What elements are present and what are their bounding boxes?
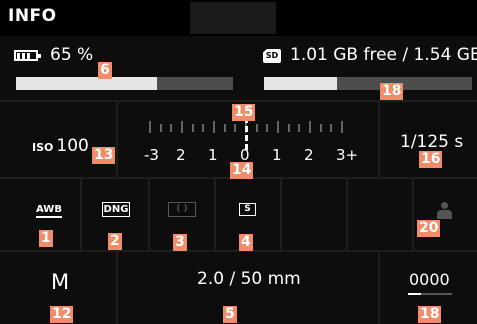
exposure-scale-tick <box>149 121 151 133</box>
callout-15: 15 <box>232 104 256 121</box>
exposure-scale-tick <box>170 124 173 132</box>
exposure-scale-tick <box>298 124 301 132</box>
callout-6: 6 <box>98 62 112 79</box>
exposure-scale-tick <box>223 124 226 132</box>
exposure-scale-label: 2 <box>176 146 186 164</box>
user-profile-icon[interactable] <box>436 202 452 219</box>
exposure-scale-label: 1 <box>208 146 218 164</box>
iso-value: 100 <box>56 136 89 156</box>
camera-info-screen: INFO 65 % SD 1.01 GB free / 1.54 GB ISO 1… <box>0 0 477 324</box>
exposure-compensation-marker <box>244 117 248 151</box>
callout-14: 14 <box>230 162 254 179</box>
shutter-speed[interactable]: 1/125 s <box>400 132 463 152</box>
callout-2: 2 <box>108 233 122 250</box>
exposure-scale-tick <box>213 121 215 133</box>
exposure-mode[interactable]: M <box>51 270 69 294</box>
callout-1: 1 <box>39 230 53 247</box>
exposure-scale-label: 1 <box>272 146 282 164</box>
lens-info: 2.0 / 50 mm <box>197 269 301 289</box>
battery-level-bar <box>16 77 233 90</box>
exposure-scale-tick <box>309 121 311 133</box>
battery-level-fill <box>16 77 158 90</box>
storage-usage-bar <box>264 77 472 90</box>
top-bar: INFO <box>0 0 477 36</box>
exposure-scale-tick <box>319 124 322 132</box>
screen-title: INFO <box>8 6 57 26</box>
exposure-scale-tick <box>181 121 183 133</box>
exposure-scale-tick <box>266 124 269 132</box>
metering-center-weighted-icon[interactable]: ( ) <box>168 202 196 217</box>
callout-12: 12 <box>50 306 74 323</box>
callout-18-counter: 18 <box>418 306 442 323</box>
exposure-scale-tick <box>202 124 205 132</box>
callout-16: 16 <box>419 151 443 168</box>
battery-icon <box>14 50 41 61</box>
exposure-scale-tick <box>341 121 343 133</box>
title-bar-shade <box>190 2 276 34</box>
exposure-scale-tick <box>255 124 258 132</box>
exposure-scale-tick <box>159 124 162 132</box>
white-balance-setting[interactable]: AWB <box>36 204 62 218</box>
exposure-scale-tick <box>234 124 237 132</box>
callout-5: 5 <box>223 306 237 323</box>
iso-label: ISO <box>32 141 54 154</box>
exposure-scale-label: 3+ <box>336 146 359 164</box>
frame-counter-fill <box>408 293 422 295</box>
drive-mode-setting[interactable]: S <box>239 203 256 216</box>
frame-counter: 0000 <box>409 270 450 289</box>
exposure-scale-tick <box>277 121 279 133</box>
exposure-scale-tick <box>287 124 290 132</box>
exposure-scale-tick <box>191 124 194 132</box>
battery-level-text: 65 % <box>50 45 94 65</box>
sd-card-icon: SD <box>263 49 281 63</box>
callout-4: 4 <box>239 234 253 251</box>
callout-3: 3 <box>173 234 187 251</box>
exposure-scale-tick <box>330 124 333 132</box>
callout-20: 20 <box>417 220 441 237</box>
callout-18-storage: 18 <box>380 83 404 100</box>
exposure-scale-label: -3 <box>144 146 159 164</box>
exposure-scale-label: 2 <box>304 146 314 164</box>
iso-setting[interactable]: ISO 100 <box>32 136 89 156</box>
storage-capacity-text: 1.01 GB free / 1.54 GB <box>290 45 477 65</box>
file-format-setting[interactable]: DNG <box>102 202 130 217</box>
storage-usage-fill <box>264 77 337 90</box>
callout-13: 13 <box>92 147 116 164</box>
frame-counter-bar <box>408 293 452 295</box>
